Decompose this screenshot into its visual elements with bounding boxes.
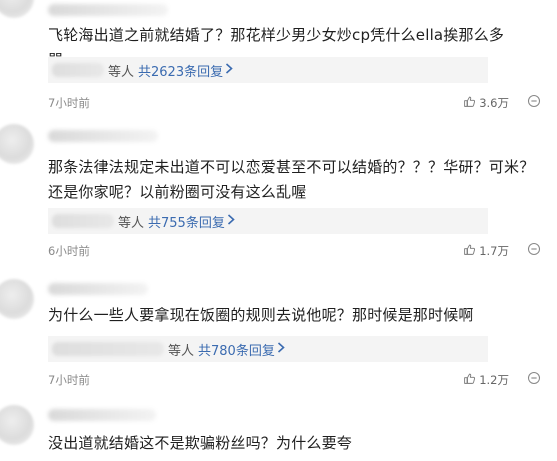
- thumbs-up-icon: [463, 95, 476, 111]
- comment-text: 为什么一些人要拿现在饭圈的规则去说他呢？那时候是那时候啊: [48, 306, 474, 324]
- username-redacted: [48, 283, 148, 295]
- reply-suffix: 等人: [168, 343, 195, 359]
- more-circle-icon[interactable]: [527, 242, 541, 256]
- reply-count-link[interactable]: 共2623条回复: [138, 61, 223, 80]
- comment-text: 没出道就结婚这不是欺骗粉丝吗？为什么要夸: [48, 434, 353, 452]
- replier-names-redacted: [52, 342, 164, 356]
- avatar[interactable]: [0, 124, 34, 164]
- comment-item: 没出道就结婚这不是欺骗粉丝吗？为什么要夸: [0, 393, 557, 461]
- replier-names-redacted: [52, 63, 104, 77]
- chevron-right-icon: [225, 63, 233, 77]
- comment-meta: 6小时前 1.7万: [48, 242, 545, 261]
- reply-count-link[interactable]: 共780条回复: [198, 340, 275, 359]
- comment-item: 为什么一些人要拿现在饭圈的规则去说他呢？那时候是那时候啊 等人 共780条回复 …: [0, 273, 557, 393]
- reply-summary[interactable]: 等人 共755条回复: [48, 208, 488, 234]
- chevron-right-icon: [277, 342, 285, 356]
- username-redacted: [48, 4, 168, 16]
- like-count: 1.7万: [479, 244, 509, 258]
- avatar[interactable]: [0, 405, 34, 445]
- avatar[interactable]: [0, 279, 34, 319]
- reply-count-link[interactable]: 共755条回复: [148, 212, 225, 231]
- reply-suffix: 等人: [118, 215, 145, 231]
- thumbs-up-icon: [463, 243, 476, 259]
- replier-names-redacted: [52, 214, 114, 228]
- more-circle-icon[interactable]: [527, 371, 541, 385]
- comment-item: 飞轮海出道之前就结婚了？那花样少男少女炒cp凭什么ella挨那么多骂…… 等人 …: [0, 0, 557, 118]
- more-circle-icon[interactable]: [527, 94, 541, 108]
- username-redacted: [48, 409, 156, 421]
- reply-suffix: 等人: [108, 64, 135, 80]
- comment-item: 那条法律法规定未出道不可以恋爱甚至不可以结婚的？？？华研？可米？还是你家呢？以前…: [0, 118, 557, 273]
- like-count: 1.2万: [479, 373, 509, 387]
- chevron-right-icon: [227, 214, 235, 228]
- like-button[interactable]: 1.7万: [463, 243, 509, 259]
- comment-meta: 7小时前 3.6万: [48, 94, 545, 113]
- avatar[interactable]: [0, 0, 34, 18]
- timestamp: 7小时前: [48, 96, 90, 110]
- reply-summary[interactable]: 等人 共2623条回复: [48, 57, 488, 83]
- username-redacted: [48, 130, 158, 142]
- like-count: 3.6万: [479, 96, 509, 110]
- thumbs-up-icon: [463, 372, 476, 388]
- like-button[interactable]: 1.2万: [463, 372, 509, 388]
- timestamp: 7小时前: [48, 373, 90, 387]
- timestamp: 6小时前: [48, 244, 90, 258]
- comment-meta: 7小时前 1.2万: [48, 371, 545, 390]
- like-button[interactable]: 3.6万: [463, 95, 509, 111]
- reply-summary[interactable]: 等人 共780条回复: [48, 336, 488, 362]
- comment-text: 那条法律法规定未出道不可以恋爱甚至不可以结婚的？？？华研？可米？还是你家呢？以前…: [48, 158, 535, 201]
